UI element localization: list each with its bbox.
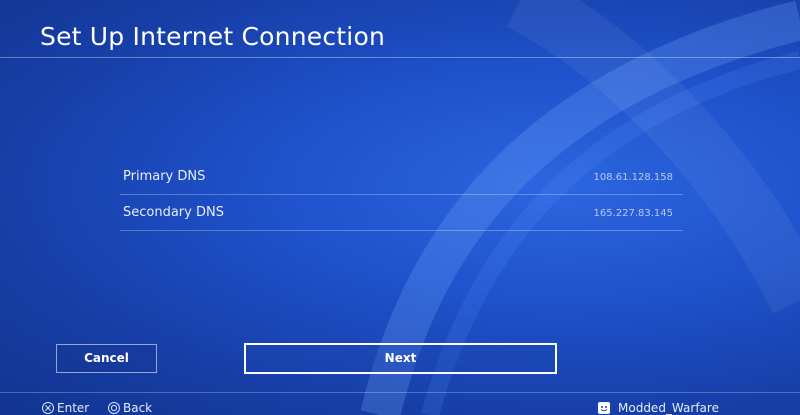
user-profile: Modded_Warfare — [598, 401, 719, 415]
cross-button-icon — [42, 402, 54, 414]
secondary-dns-label: Secondary DNS — [123, 205, 224, 220]
page-title: Set Up Internet Connection — [40, 22, 385, 51]
enter-hint: Enter — [42, 401, 89, 415]
cancel-button[interactable]: Cancel — [56, 344, 157, 373]
circle-button-icon — [108, 402, 120, 414]
title-divider — [0, 57, 800, 58]
back-hint: Back — [108, 401, 152, 415]
back-hint-label: Back — [123, 401, 153, 415]
primary-dns-value: 108.61.128.158 — [593, 172, 673, 183]
dns-row-primary[interactable]: Primary DNS 108.61.128.158 — [120, 159, 683, 195]
next-button[interactable]: Next — [244, 343, 557, 374]
secondary-dns-value: 165.227.83.145 — [593, 208, 673, 219]
footer-divider — [0, 392, 800, 393]
username-label: Modded_Warfare — [618, 401, 719, 415]
dns-row-secondary[interactable]: Secondary DNS 165.227.83.145 — [120, 195, 683, 231]
dns-settings-list: Primary DNS 108.61.128.158 Secondary DNS… — [120, 159, 683, 231]
avatar-icon — [598, 402, 610, 414]
primary-dns-label: Primary DNS — [123, 169, 206, 184]
enter-hint-label: Enter — [57, 401, 90, 415]
